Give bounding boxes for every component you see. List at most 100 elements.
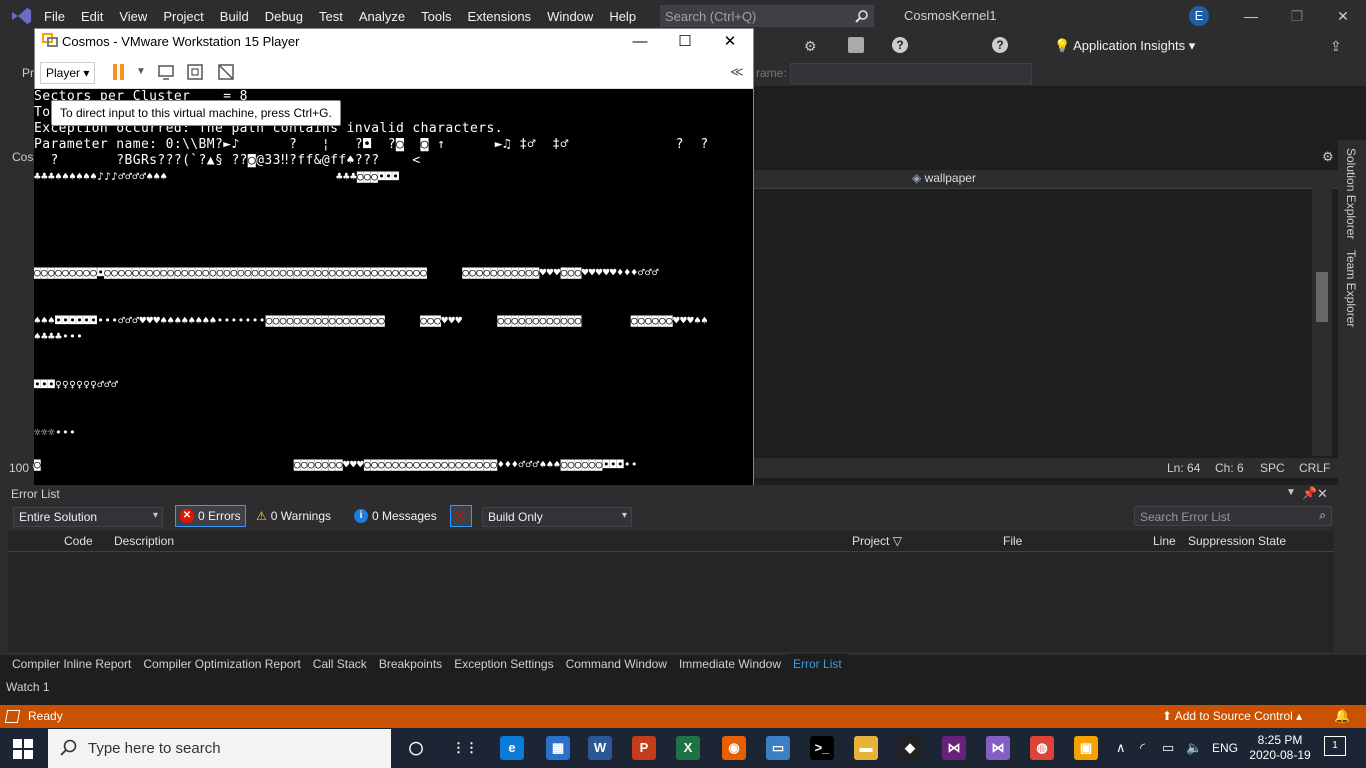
restore-icon[interactable]: ❐ — [1274, 0, 1320, 32]
fit-guest-icon[interactable] — [186, 63, 204, 81]
menu-analyze[interactable]: Analyze — [351, 9, 413, 24]
send-ctrl-alt-del-icon[interactable] — [157, 63, 175, 81]
add-to-source-control-button[interactable]: ⬆ Add to Source Control ▴ — [1162, 709, 1302, 723]
player-menu-button[interactable]: Player ▾ — [40, 62, 96, 84]
tab-breakpoints[interactable]: Breakpoints — [373, 654, 448, 674]
gear-icon[interactable]: ⚙ — [1322, 149, 1334, 165]
terminal-icon[interactable]: >_ — [810, 736, 834, 760]
vm-maximize-icon[interactable]: ☐ — [662, 30, 708, 54]
menu-debug[interactable]: Debug — [257, 9, 311, 24]
code-editor[interactable] — [754, 86, 1338, 486]
collapse-library-icon[interactable]: ≪ — [730, 64, 744, 80]
tab-compiler-inline-report[interactable]: Compiler Inline Report — [0, 654, 137, 674]
clock-date: 2020-08-19 — [1249, 748, 1311, 762]
user-avatar[interactable]: E — [1189, 6, 1209, 26]
pin-icon[interactable]: 📌 — [1302, 486, 1317, 500]
input-language[interactable]: ENG — [1212, 741, 1238, 755]
toolbar-font-icon[interactable] — [848, 37, 864, 53]
tab-command-window[interactable]: Command Window — [560, 654, 673, 674]
windows-start-icon[interactable] — [12, 738, 34, 760]
timeline-icon[interactable]: ⋮⋮ — [452, 736, 478, 760]
menu-extensions[interactable]: Extensions — [459, 9, 539, 24]
notification-bell-icon[interactable]: 🔔 — [1334, 708, 1350, 724]
filter-icon[interactable]: ⛌ — [450, 505, 472, 527]
menu-help[interactable]: Help — [601, 9, 644, 24]
vertical-scrollbar[interactable] — [1312, 188, 1332, 456]
firefox-icon[interactable]: ◉ — [722, 736, 746, 760]
info-icon: i — [354, 509, 368, 523]
errors-filter-button[interactable]: ✕ 0 Errors — [175, 505, 246, 527]
visual-studio-logo-icon — [12, 8, 31, 24]
arrow-up-icon: ⬆ — [1162, 709, 1173, 723]
minimize-icon[interactable]: — — [1228, 0, 1274, 32]
store-icon[interactable]: ▦ — [546, 736, 570, 760]
application-insights-button[interactable]: 💡 Application Insights ▾ — [1054, 38, 1195, 54]
menu-window[interactable]: Window — [539, 9, 601, 24]
frame-dropdown[interactable] — [790, 63, 1032, 84]
menu-tools[interactable]: Tools — [413, 9, 459, 24]
tab-error-list[interactable]: Error List — [787, 654, 848, 674]
column-suppression-state[interactable]: Suppression State — [1188, 534, 1286, 548]
unity-icon[interactable]: ◆ — [898, 736, 922, 760]
tab-compiler-optimization-report[interactable]: Compiler Optimization Report — [137, 654, 306, 674]
network-icon[interactable]: ◜ — [1140, 740, 1145, 756]
error-search-input[interactable]: Search Error List ⌕ — [1134, 506, 1332, 526]
panel-dropdown-icon[interactable]: ▼ — [1286, 487, 1296, 498]
column-description[interactable]: Description — [114, 534, 174, 548]
menu-edit[interactable]: Edit — [73, 9, 111, 24]
scope-dropdown[interactable]: Entire Solution — [13, 507, 163, 527]
column-code[interactable]: Code — [64, 534, 93, 548]
vs-preview-icon[interactable]: ⋈ — [986, 736, 1010, 760]
solution-explorer-tab[interactable]: Solution Explorer — [1344, 148, 1358, 239]
build-filter-dropdown[interactable]: Build Only — [482, 507, 632, 527]
vs-search-box[interactable]: Search (Ctrl+Q) — [660, 5, 874, 27]
action-center-icon[interactable]: 1 — [1324, 736, 1346, 756]
tab-watch-1[interactable]: Watch 1 — [6, 680, 50, 694]
explorer-icon[interactable]: ▬ — [854, 736, 878, 760]
taskbar-clock[interactable]: 8:25 PM 2020-08-19 — [1248, 733, 1312, 763]
vm-console[interactable]: Sectors per Cluster = 8 To Exception occ… — [34, 89, 753, 489]
panel-close-icon[interactable]: ✕ — [1317, 486, 1328, 502]
chrome-icon[interactable]: ◍ — [1030, 736, 1054, 760]
pause-icon[interactable] — [112, 64, 126, 80]
menu-build[interactable]: Build — [212, 9, 257, 24]
tab-exception-settings[interactable]: Exception Settings — [448, 654, 559, 674]
menu-file[interactable]: File — [36, 9, 73, 24]
chevron-up-icon[interactable]: ∧ — [1116, 740, 1126, 756]
vs-icon[interactable]: ⋈ — [942, 736, 966, 760]
column-file[interactable]: File — [1003, 534, 1022, 548]
task-view-icon[interactable]: ◯ — [404, 736, 428, 760]
vmware-icon[interactable]: ▣ — [1074, 736, 1098, 760]
live-share-icon[interactable]: ⇪ — [1330, 38, 1342, 55]
scrollbar-thumb[interactable] — [1316, 272, 1328, 322]
console-line: ◙ ◙◙◙◙◙◙◙♥♥♥◙◙◙◙◙◙◙◙◙◙◙◙◙◙◙◙◙◙◙♦♦♦♂♂♂♠♠♠… — [34, 458, 638, 471]
excel-icon[interactable]: X — [676, 736, 700, 760]
volume-icon[interactable]: 🔈 — [1186, 740, 1202, 756]
team-explorer-tab[interactable]: Team Explorer — [1344, 250, 1358, 327]
navigation-bar — [754, 170, 1338, 189]
vm-close-icon[interactable]: ✕ — [707, 30, 753, 54]
menu-project[interactable]: Project — [155, 9, 211, 24]
column-project[interactable]: Project ▽ — [852, 534, 902, 548]
menu-test[interactable]: Test — [311, 9, 351, 24]
messages-filter-button[interactable]: i 0 Messages — [350, 505, 441, 527]
warnings-filter-button[interactable]: ⚠ 0 Warnings — [252, 505, 335, 527]
column-line[interactable]: Line — [1153, 534, 1176, 548]
chevron-down-icon[interactable]: ▼ — [136, 66, 146, 77]
unity-mode-icon[interactable] — [217, 63, 235, 81]
battery-icon[interactable]: ▭ — [1162, 740, 1174, 756]
member-dropdown[interactable]: ◈ wallpaper — [912, 171, 976, 185]
tab-call-stack[interactable]: Call Stack — [307, 654, 373, 674]
help-icon[interactable]: ? — [892, 37, 908, 53]
tab-immediate-window[interactable]: Immediate Window — [673, 654, 787, 674]
toolbar-tools-icon[interactable]: ⚙ — [804, 38, 817, 55]
menu-view[interactable]: View — [111, 9, 155, 24]
close-icon[interactable]: ✕ — [1320, 0, 1366, 32]
desktop-icon[interactable]: ▭ — [766, 736, 790, 760]
messages-count: 0 Messages — [372, 509, 437, 523]
word-icon[interactable]: W — [588, 736, 612, 760]
edge-icon[interactable]: e — [500, 736, 524, 760]
vm-minimize-icon[interactable]: — — [617, 30, 663, 54]
feedback-help-icon[interactable]: ? — [992, 37, 1008, 53]
powerpoint-icon[interactable]: P — [632, 736, 656, 760]
